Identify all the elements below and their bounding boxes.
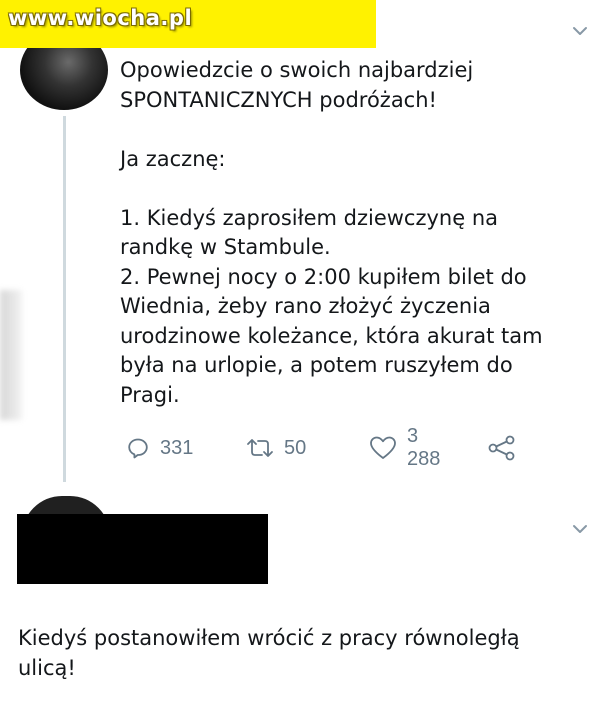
retweet-button[interactable]: 50 (246, 430, 306, 466)
heart-icon (369, 435, 397, 461)
chevron-down-icon[interactable] (572, 22, 588, 35)
reply-line: ulicą! (18, 655, 76, 680)
like-count: 3 288 (407, 425, 441, 470)
retweet-count: 50 (284, 436, 307, 459)
tweet-line: Pragi. (120, 382, 180, 407)
reply-icon (126, 436, 150, 460)
reply-line: Kiedyś postanowiłem wrócić z pracy równo… (18, 626, 520, 650)
tweet-line: urodzinowe koleżance, która akurat tam (120, 323, 543, 348)
share-icon (488, 435, 516, 461)
retweet-icon (246, 436, 274, 460)
reply-button[interactable]: 331 (126, 430, 193, 466)
tweet-line: Opowiedzcie o swoich najbardziej (120, 58, 474, 82)
tweet-body: Opowiedzcie o swoich najbardziej SPONTAN… (120, 56, 600, 410)
tweet-line: 1. Kiedyś zaprosiłem dziewczynę na (120, 205, 499, 230)
tweet-line: Wiednia, żeby rano złożyć życzenia (120, 294, 491, 318)
share-button[interactable] (488, 430, 516, 466)
tweet-line: Ja zacznę: (120, 146, 226, 171)
tweet-line: SPONTANICZNYCH podróżach! (120, 87, 437, 112)
tweet-line: była na urlopie, a potem ruszyłem do (120, 353, 513, 377)
thread-connector-line (63, 116, 66, 482)
reply-count: 331 (160, 436, 194, 459)
like-button[interactable]: 3 288 (369, 425, 440, 470)
redaction-box (17, 514, 268, 584)
blurred-background-edge (0, 290, 22, 420)
chevron-down-icon[interactable] (572, 520, 588, 533)
reply-body: Kiedyś postanowiłem wrócić z pracy równo… (18, 624, 603, 683)
tweet-line: 2. Pewnej nocy o 2:00 kupiłem bilet do (120, 264, 527, 289)
watermark-logo-text: www.wiocha.pl (8, 6, 193, 30)
watermark: www.wiocha.pl (0, 0, 376, 48)
tweet-line: randkę w Stambule. (120, 235, 331, 259)
